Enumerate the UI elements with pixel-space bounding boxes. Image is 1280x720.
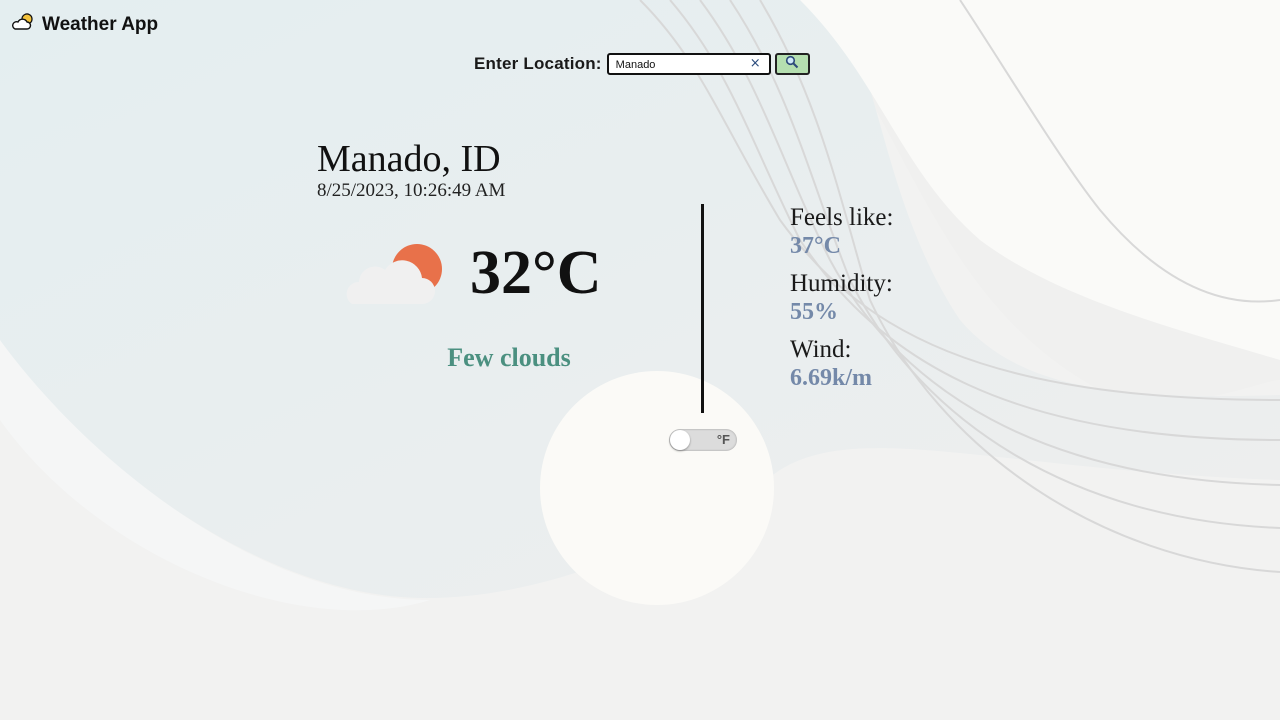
detail-wind: Wind: 6.69k/m <box>790 336 893 392</box>
detail-humidity: Humidity: 55% <box>790 270 893 326</box>
city-name: Manado, ID <box>317 138 501 180</box>
search-bar: Enter Location: × <box>474 53 810 75</box>
unit-toggle-label: °F <box>716 432 730 447</box>
location-input[interactable] <box>608 56 744 74</box>
close-icon[interactable]: × <box>750 55 761 73</box>
feels-like-label: Feels like: <box>790 204 894 231</box>
unit-toggle[interactable]: °F <box>669 429 737 451</box>
wind-value: 6.69k/m <box>790 365 873 391</box>
weather-description: Few clouds <box>447 343 571 372</box>
app-title: Weather App <box>42 13 159 35</box>
detail-feels-like: Feels like: 37°C <box>790 204 893 260</box>
search-icon <box>785 55 799 74</box>
current-temperature: 32°C <box>470 239 602 307</box>
background-decoration <box>0 0 1280 720</box>
location-block: Manado, ID 8/25/2023, 10:26:49 AM <box>317 138 505 202</box>
humidity-label: Humidity: <box>790 270 893 297</box>
search-button[interactable] <box>774 53 810 75</box>
wind-label: Wind: <box>790 336 852 363</box>
search-box: × <box>606 53 771 75</box>
date-time: 8/25/2023, 10:26:49 AM <box>317 180 506 201</box>
partly-cloudy-icon <box>340 242 450 313</box>
vertical-divider <box>701 204 704 413</box>
feels-like-value: 37°C <box>790 233 841 259</box>
partly-cloudy-icon <box>10 12 34 37</box>
background-circle <box>540 371 774 605</box>
app-header: Weather App <box>10 12 158 37</box>
weather-details: Feels like: 37°C Humidity: 55% Wind: 6.6… <box>790 204 893 402</box>
toggle-knob[interactable] <box>670 430 690 450</box>
humidity-value: 55% <box>790 299 838 325</box>
search-label: Enter Location: <box>474 54 602 73</box>
